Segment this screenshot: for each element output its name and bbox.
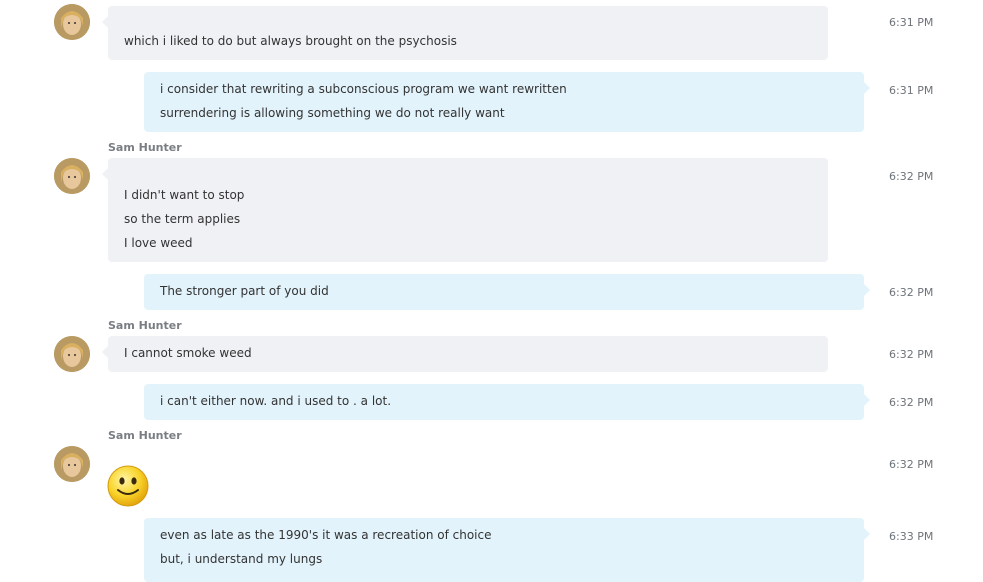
outgoing-message[interactable]: The stronger part of you did	[144, 274, 870, 310]
message-timestamp: 6:33 PM	[889, 530, 934, 543]
message-text: even as late as the 1990's it was a recr…	[160, 528, 492, 542]
incoming-message[interactable]: which i liked to do but always brought o…	[102, 6, 828, 60]
message-text: so the term applies	[124, 212, 241, 226]
message-text: I cannot smoke weed	[124, 346, 252, 360]
message-timestamp: 6:32 PM	[889, 458, 934, 471]
outgoing-message[interactable]: even as late as the 1990's it was a recr…	[144, 518, 870, 582]
contact-avatar-icon[interactable]	[54, 158, 90, 194]
contact-avatar-icon[interactable]	[54, 4, 90, 40]
sender-name: Sam Hunter	[108, 429, 182, 442]
message-timestamp: 6:31 PM	[889, 84, 934, 97]
incoming-message[interactable]: I didn't want to stop so the term applie…	[102, 158, 828, 262]
outgoing-message[interactable]: i can't either now. and i used to . a lo…	[144, 384, 870, 420]
message-text: which i liked to do but always brought o…	[124, 34, 457, 48]
message-timestamp: 6:31 PM	[889, 16, 934, 29]
contact-avatar-icon[interactable]	[54, 336, 90, 372]
message-text: I love weed	[124, 236, 193, 250]
message-text: The stronger part of you did	[160, 284, 329, 298]
message-timestamp: 6:32 PM	[889, 286, 934, 299]
incoming-message[interactable]: I cannot smoke weed	[102, 336, 828, 372]
message-text: I didn't want to stop	[124, 188, 245, 202]
smile-emoticon-icon[interactable]	[107, 465, 149, 507]
message-timestamp: 6:32 PM	[889, 348, 934, 361]
message-text: i consider that rewriting a subconscious…	[160, 82, 567, 96]
message-timestamp: 6:32 PM	[889, 396, 934, 409]
message-timestamp: 6:32 PM	[889, 170, 934, 183]
outgoing-message[interactable]: i consider that rewriting a subconscious…	[144, 72, 870, 132]
contact-avatar-icon[interactable]	[54, 446, 90, 482]
message-text: i can't either now. and i used to . a lo…	[160, 394, 392, 408]
sender-name: Sam Hunter	[108, 319, 182, 332]
sender-name: Sam Hunter	[108, 141, 182, 154]
message-text: surrendering is allowing something we do…	[160, 106, 505, 120]
message-text: but, i understand my lungs	[160, 552, 323, 566]
